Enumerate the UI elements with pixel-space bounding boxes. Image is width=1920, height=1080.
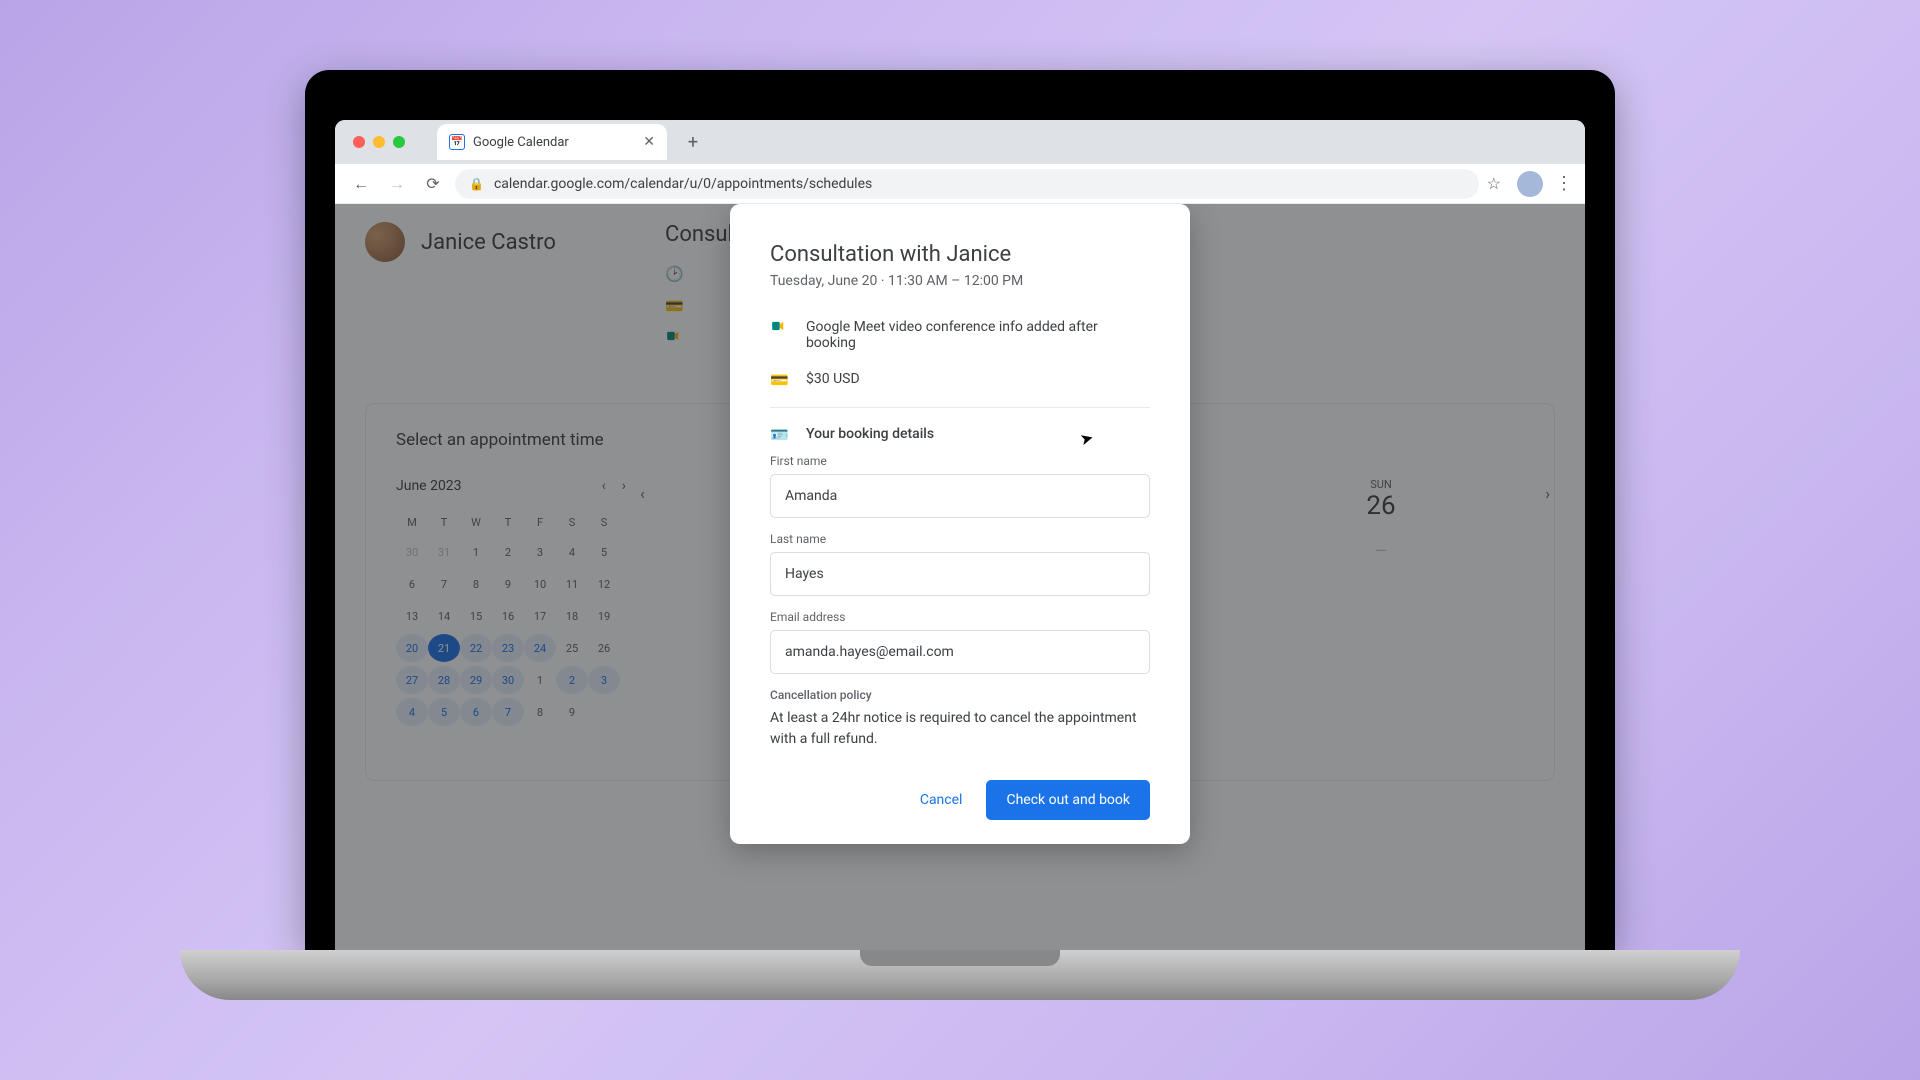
address-bar[interactable]: 🔒 calendar.google.com/calendar/u/0/appoi… xyxy=(455,169,1479,199)
new-tab-button[interactable]: + xyxy=(679,128,707,156)
laptop-base xyxy=(180,950,1740,1000)
laptop-frame: 📅 Google Calendar ✕ + ← → ⟳ 🔒 calendar.g… xyxy=(290,70,1630,1010)
meet-icon xyxy=(770,319,788,333)
back-button[interactable]: ← xyxy=(347,170,375,198)
last-name-field[interactable] xyxy=(770,552,1150,596)
details-heading: Your booking details xyxy=(806,426,934,442)
policy-text: At least a 24hr notice is required to ca… xyxy=(770,708,1150,750)
modal-title: Consultation with Janice xyxy=(770,242,1150,267)
browser-window: 📅 Google Calendar ✕ + ← → ⟳ 🔒 calendar.g… xyxy=(335,120,1585,950)
person-card-icon: 🪪 xyxy=(770,426,788,444)
modal-details-heading-row: 🪪 Your booking details xyxy=(770,416,1150,454)
window-close-button[interactable] xyxy=(353,136,365,148)
page-content: Janice Castro Consultation session 🕑plac… xyxy=(335,204,1585,950)
browser-toolbar: ← → ⟳ 🔒 calendar.google.com/calendar/u/0… xyxy=(335,164,1585,204)
first-name-field[interactable] xyxy=(770,474,1150,518)
window-controls xyxy=(345,136,413,148)
browser-menu-icon[interactable]: ⋮ xyxy=(1555,173,1573,194)
lock-icon: 🔒 xyxy=(469,177,484,191)
modal-meet-row: Google Meet video conference info added … xyxy=(770,309,1150,361)
profile-avatar-icon[interactable] xyxy=(1517,171,1543,197)
last-name-label: Last name xyxy=(770,532,1150,546)
window-minimize-button[interactable] xyxy=(373,136,385,148)
forward-button[interactable]: → xyxy=(383,170,411,198)
calendar-favicon-icon: 📅 xyxy=(449,134,465,150)
modal-datetime: Tuesday, June 20 · 11:30 AM – 12:00 PM xyxy=(770,273,1150,289)
close-tab-icon[interactable]: ✕ xyxy=(643,134,655,150)
laptop-screen: 📅 Google Calendar ✕ + ← → ⟳ 🔒 calendar.g… xyxy=(305,70,1615,950)
policy-label: Cancellation policy xyxy=(770,688,1150,702)
modal-price-row: 💳 $30 USD xyxy=(770,361,1150,399)
checkout-and-book-button[interactable]: Check out and book xyxy=(986,780,1150,820)
reload-button[interactable]: ⟳ xyxy=(419,170,447,198)
email-field[interactable] xyxy=(770,630,1150,674)
booking-modal: Consultation with Janice Tuesday, June 2… xyxy=(730,204,1190,844)
tab-bar: 📅 Google Calendar ✕ + xyxy=(335,120,1585,164)
modal-meet-text: Google Meet video conference info added … xyxy=(806,319,1150,351)
bookmark-star-icon[interactable]: ☆ xyxy=(1487,174,1501,193)
email-label: Email address xyxy=(770,610,1150,624)
card-icon: 💳 xyxy=(770,371,788,389)
browser-tab[interactable]: 📅 Google Calendar ✕ xyxy=(437,124,667,160)
modal-price: $30 USD xyxy=(806,371,860,387)
tab-title: Google Calendar xyxy=(473,135,569,150)
window-maximize-button[interactable] xyxy=(393,136,405,148)
first-name-label: First name xyxy=(770,454,1150,468)
url-text: calendar.google.com/calendar/u/0/appoint… xyxy=(494,176,872,192)
cancel-button[interactable]: Cancel xyxy=(916,782,967,818)
divider xyxy=(770,407,1150,408)
